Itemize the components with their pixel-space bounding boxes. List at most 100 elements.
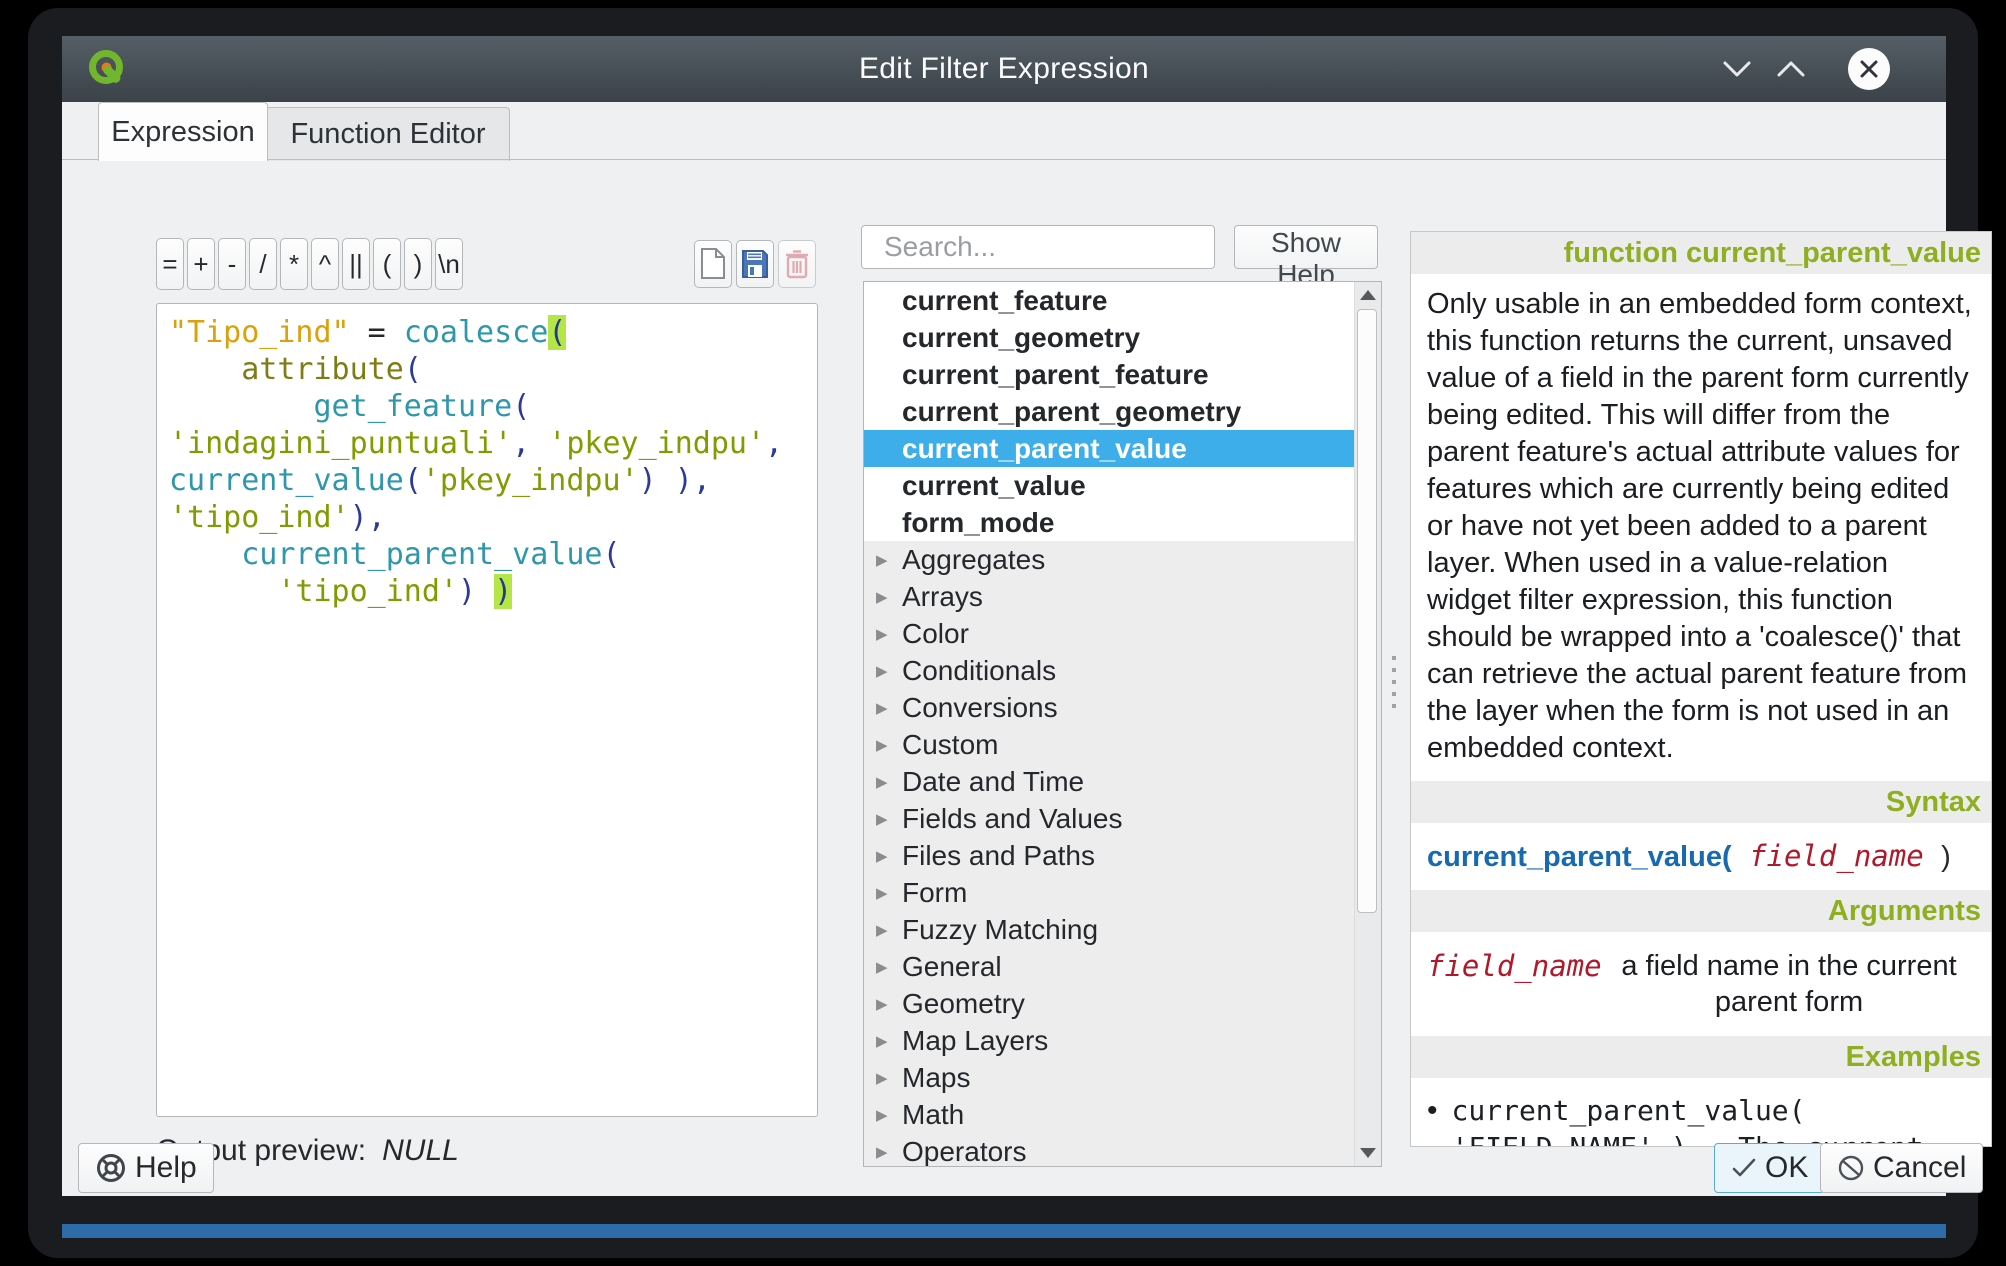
panel-splitter-handle[interactable]: [1392, 656, 1396, 712]
background-window-strip: [62, 1224, 1946, 1238]
scroll-up-arrow[interactable]: [1355, 282, 1381, 308]
group-item[interactable]: ▶Conditionals: [864, 652, 1355, 689]
cancel-button-label: Cancel: [1873, 1151, 1966, 1185]
syntax-header: Syntax: [1411, 781, 1991, 823]
syntax-function-name: current_parent_value(: [1427, 841, 1732, 873]
expand-triangle-icon: ▶: [876, 921, 902, 939]
group-item[interactable]: ▶Color: [864, 615, 1355, 652]
group-item[interactable]: ▶Fuzzy Matching: [864, 911, 1355, 948]
function-item[interactable]: current_value: [864, 467, 1355, 504]
expand-triangle-icon: ▶: [876, 1143, 902, 1161]
scroll-down-arrow[interactable]: [1355, 1140, 1381, 1166]
operator-button[interactable]: +: [187, 238, 215, 290]
group-item[interactable]: ▶Form: [864, 874, 1355, 911]
screen: Edit Filter Expression: [0, 0, 2006, 1266]
operator-button[interactable]: ^: [311, 238, 339, 290]
check-icon: [1731, 1157, 1757, 1179]
save-icon: [741, 249, 769, 279]
function-item[interactable]: current_feature: [864, 282, 1355, 319]
function-item[interactable]: current_parent_geometry: [864, 393, 1355, 430]
tab-expression[interactable]: Expression: [98, 102, 268, 161]
tab-expression-label: Expression: [111, 116, 254, 149]
expand-triangle-icon: ▶: [876, 810, 902, 828]
group-item[interactable]: ▶Fields and Values: [864, 800, 1355, 837]
new-expression-button[interactable]: [694, 240, 732, 288]
group-item[interactable]: ▶Math: [864, 1096, 1355, 1133]
close-button[interactable]: [1846, 46, 1892, 92]
expand-triangle-icon: ▶: [876, 699, 902, 717]
expression-editor[interactable]: "Tipo_ind" = coalesce( attribute( get_fe…: [156, 303, 818, 1117]
operator-button[interactable]: =: [156, 238, 184, 290]
operator-button[interactable]: *: [280, 238, 308, 290]
bullet-icon: •: [1427, 1092, 1438, 1147]
group-item[interactable]: ▶Maps: [864, 1059, 1355, 1096]
operator-button[interactable]: -: [218, 238, 246, 290]
function-list-scrollbar[interactable]: [1354, 282, 1381, 1166]
close-icon: [1859, 59, 1879, 79]
tab-function-editor-label: Function Editor: [290, 118, 485, 151]
delete-expression-button[interactable]: [778, 240, 816, 288]
function-item[interactable]: current_geometry: [864, 319, 1355, 356]
cancel-button[interactable]: Cancel: [1820, 1143, 1983, 1193]
shade-button[interactable]: [1714, 46, 1760, 92]
expand-triangle-icon: ▶: [876, 1069, 902, 1087]
group-item[interactable]: ▶Operators: [864, 1133, 1355, 1167]
expand-triangle-icon: ▶: [876, 662, 902, 680]
examples-header: Examples: [1411, 1036, 1991, 1078]
show-help-button[interactable]: Show Help: [1234, 225, 1378, 269]
group-item[interactable]: ▶Date and Time: [864, 763, 1355, 800]
expand-triangle-icon: ▶: [876, 1106, 902, 1124]
function-item[interactable]: current_parent_feature: [864, 356, 1355, 393]
syntax-close-paren: ): [1941, 841, 1951, 873]
syntax-line: current_parent_value( field_name ): [1411, 823, 1991, 890]
expression-file-buttons: [694, 240, 816, 288]
operator-button[interactable]: \n: [435, 238, 463, 290]
expand-triangle-icon: ▶: [876, 995, 902, 1013]
group-item[interactable]: ▶Geometry: [864, 985, 1355, 1022]
arguments-header: Arguments: [1411, 890, 1991, 932]
function-search[interactable]: [861, 225, 1215, 269]
window-title: Edit Filter Expression: [62, 52, 1946, 86]
edit-filter-expression-dialog: Edit Filter Expression: [62, 36, 1946, 1196]
save-expression-button[interactable]: [736, 240, 774, 288]
scrollbar-thumb[interactable]: [1357, 309, 1377, 913]
maximize-button[interactable]: [1768, 46, 1814, 92]
expand-triangle-icon: ▶: [876, 551, 902, 569]
function-item[interactable]: current_parent_value: [864, 430, 1355, 467]
group-item[interactable]: ▶Files and Paths: [864, 837, 1355, 874]
operator-button[interactable]: ): [404, 238, 432, 290]
group-item[interactable]: ▶Map Layers: [864, 1022, 1355, 1059]
help-title: function current_parent_value: [1411, 232, 1991, 274]
operator-button[interactable]: ||: [342, 238, 370, 290]
chevron-down-icon: [1721, 59, 1753, 79]
expand-triangle-icon: ▶: [876, 773, 902, 791]
titlebar[interactable]: Edit Filter Expression: [62, 36, 1946, 102]
help-button-label: Help: [135, 1151, 197, 1185]
output-preview-value: NULL: [382, 1134, 459, 1167]
group-item[interactable]: ▶Conversions: [864, 689, 1355, 726]
argument-description: a field name in the current parent form: [1603, 948, 1975, 1020]
function-item[interactable]: form_mode: [864, 504, 1355, 541]
expand-triangle-icon: ▶: [876, 625, 902, 643]
operator-button[interactable]: /: [249, 238, 277, 290]
search-input[interactable]: [882, 230, 1247, 264]
group-item[interactable]: ▶Aggregates: [864, 541, 1355, 578]
group-item[interactable]: ▶Custom: [864, 726, 1355, 763]
help-button[interactable]: Help: [78, 1143, 214, 1193]
tab-bar: Expression Function Editor: [62, 102, 1946, 160]
trash-icon: [784, 249, 810, 279]
ok-button[interactable]: OK: [1714, 1143, 1825, 1193]
tab-function-editor[interactable]: Function Editor: [266, 107, 510, 161]
example-text: current_parent_value( 'FIELD_NAME' ) → T…: [1452, 1092, 1981, 1147]
ok-button-label: OK: [1765, 1151, 1808, 1185]
new-file-icon: [700, 248, 726, 280]
group-item[interactable]: ▶General: [864, 948, 1355, 985]
qgis-logo-icon: [86, 47, 130, 91]
expression-code: "Tipo_ind" = coalesce( attribute( get_fe…: [169, 314, 805, 610]
group-item[interactable]: ▶Arrays: [864, 578, 1355, 615]
expand-triangle-icon: ▶: [876, 847, 902, 865]
expand-triangle-icon: ▶: [876, 884, 902, 902]
operator-button[interactable]: (: [373, 238, 401, 290]
expand-triangle-icon: ▶: [876, 588, 902, 606]
function-list[interactable]: current_featurecurrent_geometrycurrent_p…: [863, 281, 1382, 1167]
